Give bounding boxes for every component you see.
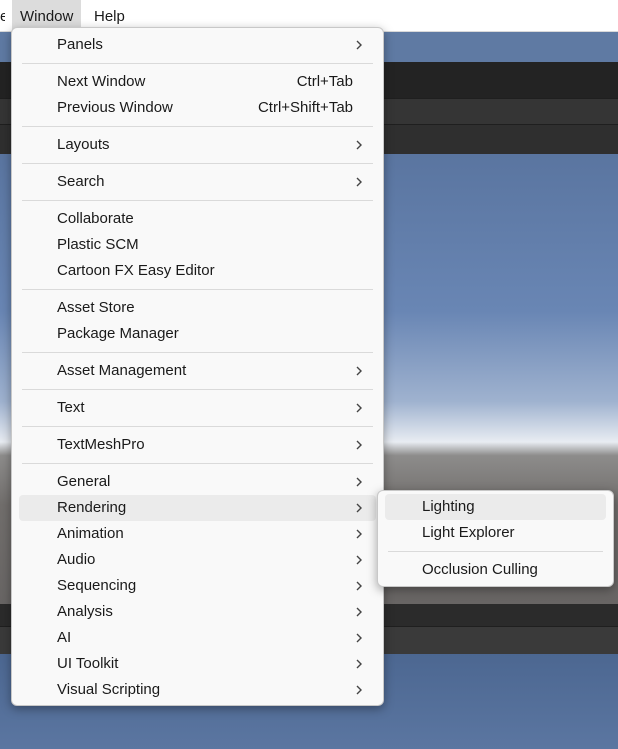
chevron-right-icon <box>356 403 362 413</box>
menubar-item-partial[interactable]: e <box>0 0 5 31</box>
chevron-right-icon <box>356 607 362 617</box>
menu-item-collaborate[interactable]: Collaborate <box>19 206 376 232</box>
chevron-right-icon <box>356 477 362 487</box>
chevron-right-icon <box>356 140 362 150</box>
menu-item-label: Cartoon FX Easy Editor <box>57 262 215 279</box>
menu-item-shortcut: Ctrl+Shift+Tab <box>257 99 353 116</box>
menu-item-layouts[interactable]: Layouts <box>19 132 376 158</box>
menu-item-label: Asset Management <box>57 362 187 379</box>
menu-item-previous-window[interactable]: Previous Window Ctrl+Shift+Tab <box>19 95 376 121</box>
menu-item-lighting[interactable]: Lighting <box>385 494 606 520</box>
menu-item-label: TextMeshPro <box>57 436 145 453</box>
menu-item-visual-scripting[interactable]: Visual Scripting <box>19 677 376 703</box>
menu-item-label: Text <box>57 399 85 416</box>
menu-separator <box>22 126 373 127</box>
menu-separator <box>22 63 373 64</box>
menu-item-label: Plastic SCM <box>57 236 139 253</box>
menu-item-label: Package Manager <box>57 325 179 342</box>
menu-item-label: Rendering <box>57 499 127 516</box>
menu-item-label: Collaborate <box>57 210 134 227</box>
menu-item-label: Layouts <box>57 136 110 153</box>
menu-item-shortcut: Ctrl+Tab <box>296 73 353 90</box>
menu-item-panels[interactable]: Panels <box>19 32 376 58</box>
window-menu: Panels Next Window Ctrl+Tab Previous Win… <box>11 27 384 706</box>
chevron-right-icon <box>356 40 362 50</box>
menu-separator <box>388 551 603 552</box>
menu-item-label: Analysis <box>57 603 113 620</box>
chevron-right-icon <box>356 503 362 513</box>
menu-separator <box>22 389 373 390</box>
menu-item-label: AI <box>57 629 72 646</box>
menu-separator <box>22 289 373 290</box>
menu-item-label: Sequencing <box>57 577 137 594</box>
menu-item-search[interactable]: Search <box>19 169 376 195</box>
menu-item-text[interactable]: Text <box>19 395 376 421</box>
menu-item-light-explorer[interactable]: Light Explorer <box>385 520 606 546</box>
chevron-right-icon <box>356 685 362 695</box>
menu-item-animation[interactable]: Animation <box>19 521 376 547</box>
menu-item-audio[interactable]: Audio <box>19 547 376 573</box>
menu-item-occlusion-culling[interactable]: Occlusion Culling <box>385 557 606 583</box>
menu-separator <box>22 163 373 164</box>
menu-item-cartoon-fx-easy-editor[interactable]: Cartoon FX Easy Editor <box>19 258 376 284</box>
menu-item-label: Lighting <box>422 498 475 515</box>
chevron-right-icon <box>356 581 362 591</box>
menu-separator <box>22 426 373 427</box>
menu-item-label: Audio <box>57 551 96 568</box>
menu-separator <box>22 200 373 201</box>
chevron-right-icon <box>356 366 362 376</box>
menu-separator <box>22 352 373 353</box>
menu-item-textmeshpro[interactable]: TextMeshPro <box>19 432 376 458</box>
menu-item-label: UI Toolkit <box>57 655 119 672</box>
menu-item-plastic-scm[interactable]: Plastic SCM <box>19 232 376 258</box>
chevron-right-icon <box>356 555 362 565</box>
chevron-right-icon <box>356 440 362 450</box>
menu-item-label: General <box>57 473 111 490</box>
menu-item-ai[interactable]: AI <box>19 625 376 651</box>
menu-item-label: Light Explorer <box>422 524 515 541</box>
menu-item-label: Search <box>57 173 105 190</box>
menu-separator <box>22 463 373 464</box>
rendering-submenu: Lighting Light Explorer Occlusion Cullin… <box>377 490 614 587</box>
menu-item-label: Animation <box>57 525 124 542</box>
menu-item-label: Panels <box>57 36 103 53</box>
menu-item-label: Next Window <box>57 73 146 90</box>
menu-item-package-manager[interactable]: Package Manager <box>19 321 376 347</box>
menu-item-label: Visual Scripting <box>57 681 161 698</box>
menu-item-asset-store[interactable]: Asset Store <box>19 295 376 321</box>
menu-item-sequencing[interactable]: Sequencing <box>19 573 376 599</box>
chevron-right-icon <box>356 659 362 669</box>
menu-item-label: Asset Store <box>57 299 135 316</box>
menu-item-label: Previous Window <box>57 99 173 116</box>
chevron-right-icon <box>356 529 362 539</box>
menu-item-asset-management[interactable]: Asset Management <box>19 358 376 384</box>
chevron-right-icon <box>356 177 362 187</box>
menu-item-rendering[interactable]: Rendering <box>19 495 376 521</box>
menu-item-analysis[interactable]: Analysis <box>19 599 376 625</box>
chevron-right-icon <box>356 633 362 643</box>
menu-item-label: Occlusion Culling <box>422 561 538 578</box>
menu-item-ui-toolkit[interactable]: UI Toolkit <box>19 651 376 677</box>
menu-item-general[interactable]: General <box>19 469 376 495</box>
menu-item-next-window[interactable]: Next Window Ctrl+Tab <box>19 69 376 95</box>
